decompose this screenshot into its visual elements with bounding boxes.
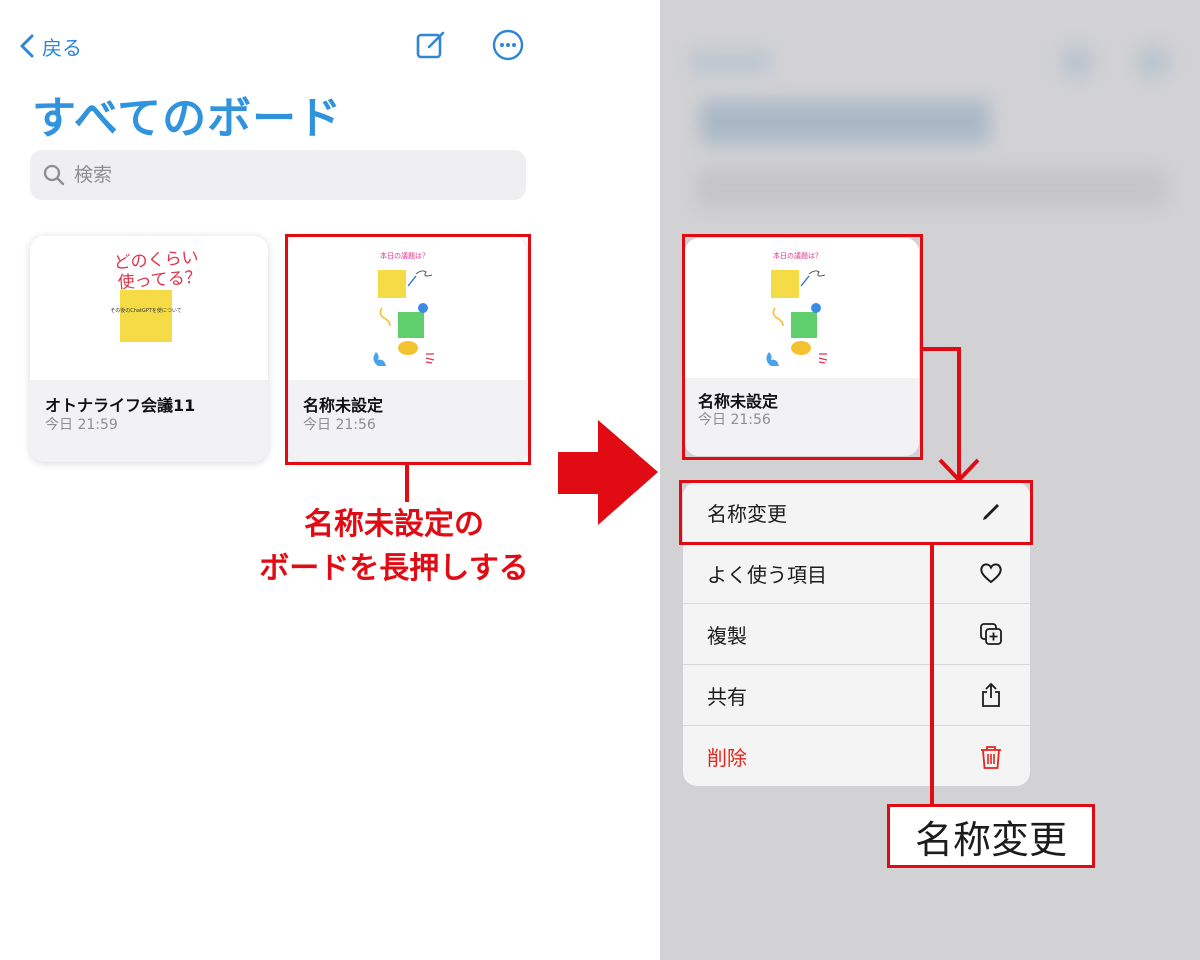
board-thumbnail: どのくらい 使ってる？ その後のChatGPTを使について — [30, 236, 268, 380]
duplicate-icon — [980, 623, 1002, 645]
menu-item-label: よく使う項目 — [707, 562, 827, 587]
annotation-line-1: 名称未設定の — [304, 507, 484, 542]
share-icon — [982, 682, 1000, 707]
menu-item-label: 複製 — [707, 623, 747, 648]
back-label: 戻る — [42, 35, 82, 60]
search-bar[interactable] — [30, 150, 526, 200]
menu-item-label: 削除 — [707, 746, 747, 770]
trash-icon — [981, 745, 1001, 769]
back-button[interactable]: 戻る — [18, 30, 82, 62]
sticky-note-text: その後のChatGPTを使について — [110, 307, 181, 314]
search-input[interactable] — [74, 164, 494, 186]
board-card[interactable]: どのくらい 使ってる？ その後のChatGPTを使について オトナライフ会議11… — [30, 236, 268, 462]
callout-line — [405, 465, 409, 502]
sticky-note — [120, 290, 172, 342]
menu-item-duplicate[interactable]: 複製 — [683, 604, 1030, 665]
more-icon[interactable] — [491, 28, 525, 62]
right-arrow-icon — [558, 420, 658, 525]
chevron-left-icon — [20, 34, 34, 58]
highlight-box-rename — [679, 480, 1033, 545]
board-time: 今日 21:59 — [45, 417, 118, 433]
board-name: オトナライフ会議11 — [45, 396, 196, 415]
left-panel: 戻る すべてのボード どのくらい 使ってる？ その後のChatGPTを使について — [0, 0, 660, 960]
menu-item-favorite[interactable]: よく使う項目 — [683, 543, 1030, 604]
callout-line — [930, 545, 934, 807]
highlight-box — [285, 234, 531, 465]
connector-line — [923, 347, 960, 351]
compose-icon[interactable] — [414, 28, 448, 62]
annotation-text: 名称未設定の ボードを長押しする — [195, 503, 593, 591]
heart-icon — [980, 563, 1002, 584]
menu-item-share[interactable]: 共有 — [683, 665, 1030, 726]
zoom-label: 名称変更 — [887, 804, 1095, 868]
annotation-line-2: ボードを長押しする — [259, 551, 529, 586]
menu-item-delete[interactable]: 削除 — [683, 726, 1030, 786]
board-meta: オトナライフ会議11 今日 21:59 — [30, 380, 268, 462]
search-icon — [43, 164, 65, 186]
right-panel: 本日の議題は？ 名称未設定 今日 21:56 名称変更 よく使う項目 複製 共有… — [660, 0, 1200, 960]
page-title: すべてのボード — [32, 93, 343, 144]
highlight-box — [682, 234, 923, 460]
blurred-background — [660, 0, 1200, 240]
menu-item-label: 共有 — [707, 684, 747, 709]
